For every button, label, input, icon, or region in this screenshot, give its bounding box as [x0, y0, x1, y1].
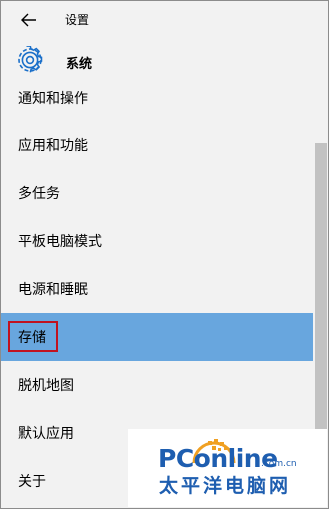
nav-item-tablet-mode[interactable]: 平板电脑模式 — [1, 217, 313, 265]
gear-icon — [18, 46, 43, 73]
watermark-logo: PConline .com.cn 太平洋电脑网 — [128, 429, 327, 507]
nav-item-label: 平板电脑模式 — [18, 234, 102, 250]
section-header: 系统 — [1, 39, 328, 83]
window-title: 设置 — [65, 13, 90, 27]
nav-item-storage[interactable]: 存储 — [1, 313, 313, 361]
title-bar: 设置 — [1, 1, 328, 39]
nav-item-label: 电源和睡眠 — [18, 282, 88, 298]
section-title: 系统 — [66, 57, 93, 72]
nav-item-offline-maps[interactable]: 脱机地图 — [1, 361, 313, 409]
nav-item-label: 脱机地图 — [18, 378, 74, 394]
nav-item-label: 多任务 — [18, 186, 60, 202]
nav-item-notifications[interactable]: 通知和操作 — [1, 83, 313, 122]
back-button[interactable] — [15, 8, 43, 32]
watermark-cn: 太平洋电脑网 — [159, 475, 292, 497]
watermark-domain: .com.cn — [261, 459, 297, 469]
nav-item-label: 关于 — [18, 474, 46, 490]
nav-item-power-sleep[interactable]: 电源和睡眠 — [1, 265, 313, 313]
nav-item-label: 通知和操作 — [18, 91, 88, 107]
nav-item-apps-features[interactable]: 应用和功能 — [1, 121, 313, 169]
watermark-brand: PConline — [158, 444, 278, 473]
nav-item-label: 存储 — [18, 330, 46, 346]
nav-item-label: 默认应用 — [18, 426, 74, 442]
nav-item-label: 应用和功能 — [18, 138, 88, 154]
nav-item-multitasking[interactable]: 多任务 — [1, 169, 313, 217]
scrollbar-thumb[interactable] — [315, 143, 327, 443]
arrow-left-icon — [21, 13, 36, 27]
